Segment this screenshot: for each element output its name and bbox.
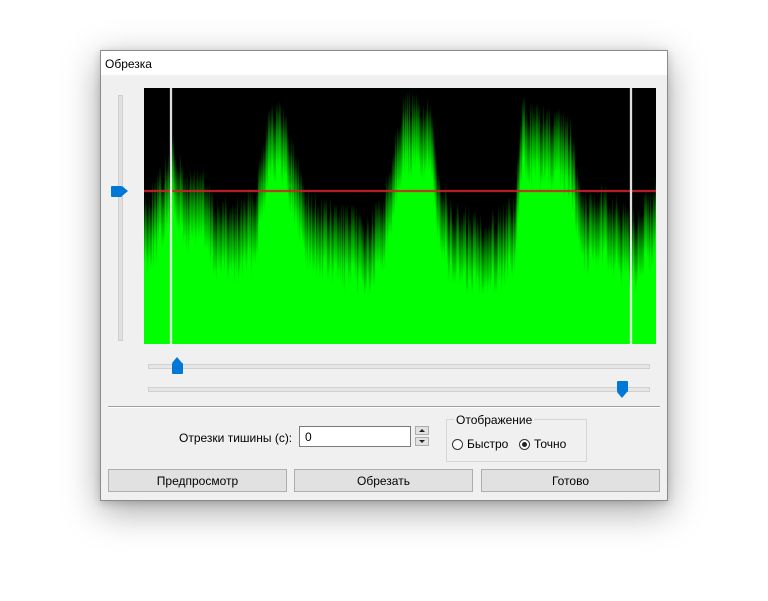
separator: [108, 406, 660, 408]
title-bar: Обрезка: [101, 51, 667, 75]
preview-button[interactable]: Предпросмотр: [108, 469, 287, 492]
threshold-slider-track[interactable]: [118, 95, 123, 341]
start-slider-track[interactable]: [148, 364, 650, 369]
silence-spin-up-button[interactable]: [415, 426, 429, 435]
silence-spin-down-button[interactable]: [415, 437, 429, 446]
silence-label: Отрезки тишины (с):: [179, 431, 293, 445]
end-slider-thumb[interactable]: [617, 381, 628, 398]
trim-button[interactable]: Обрезать: [294, 469, 473, 492]
trim-dialog: Обрезка Отрезки тишины (с): Отображение …: [100, 50, 668, 501]
waveform-view[interactable]: [144, 88, 656, 344]
threshold-slider-thumb[interactable]: [111, 186, 128, 197]
radio-fast-circle[interactable]: [452, 438, 463, 450]
radio-exact[interactable]: Точно: [519, 437, 566, 451]
window-title: Обрезка: [105, 57, 152, 71]
done-button[interactable]: Готово: [481, 469, 660, 492]
radio-exact-circle[interactable]: [519, 438, 530, 450]
display-group-legend: Отображение: [454, 413, 535, 427]
end-slider-track[interactable]: [148, 387, 650, 392]
silence-input[interactable]: [299, 426, 411, 447]
radio-fast[interactable]: Быстро: [452, 437, 508, 451]
start-slider-thumb[interactable]: [172, 357, 183, 374]
radio-exact-label: Точно: [534, 437, 567, 451]
radio-fast-label: Быстро: [467, 437, 509, 451]
